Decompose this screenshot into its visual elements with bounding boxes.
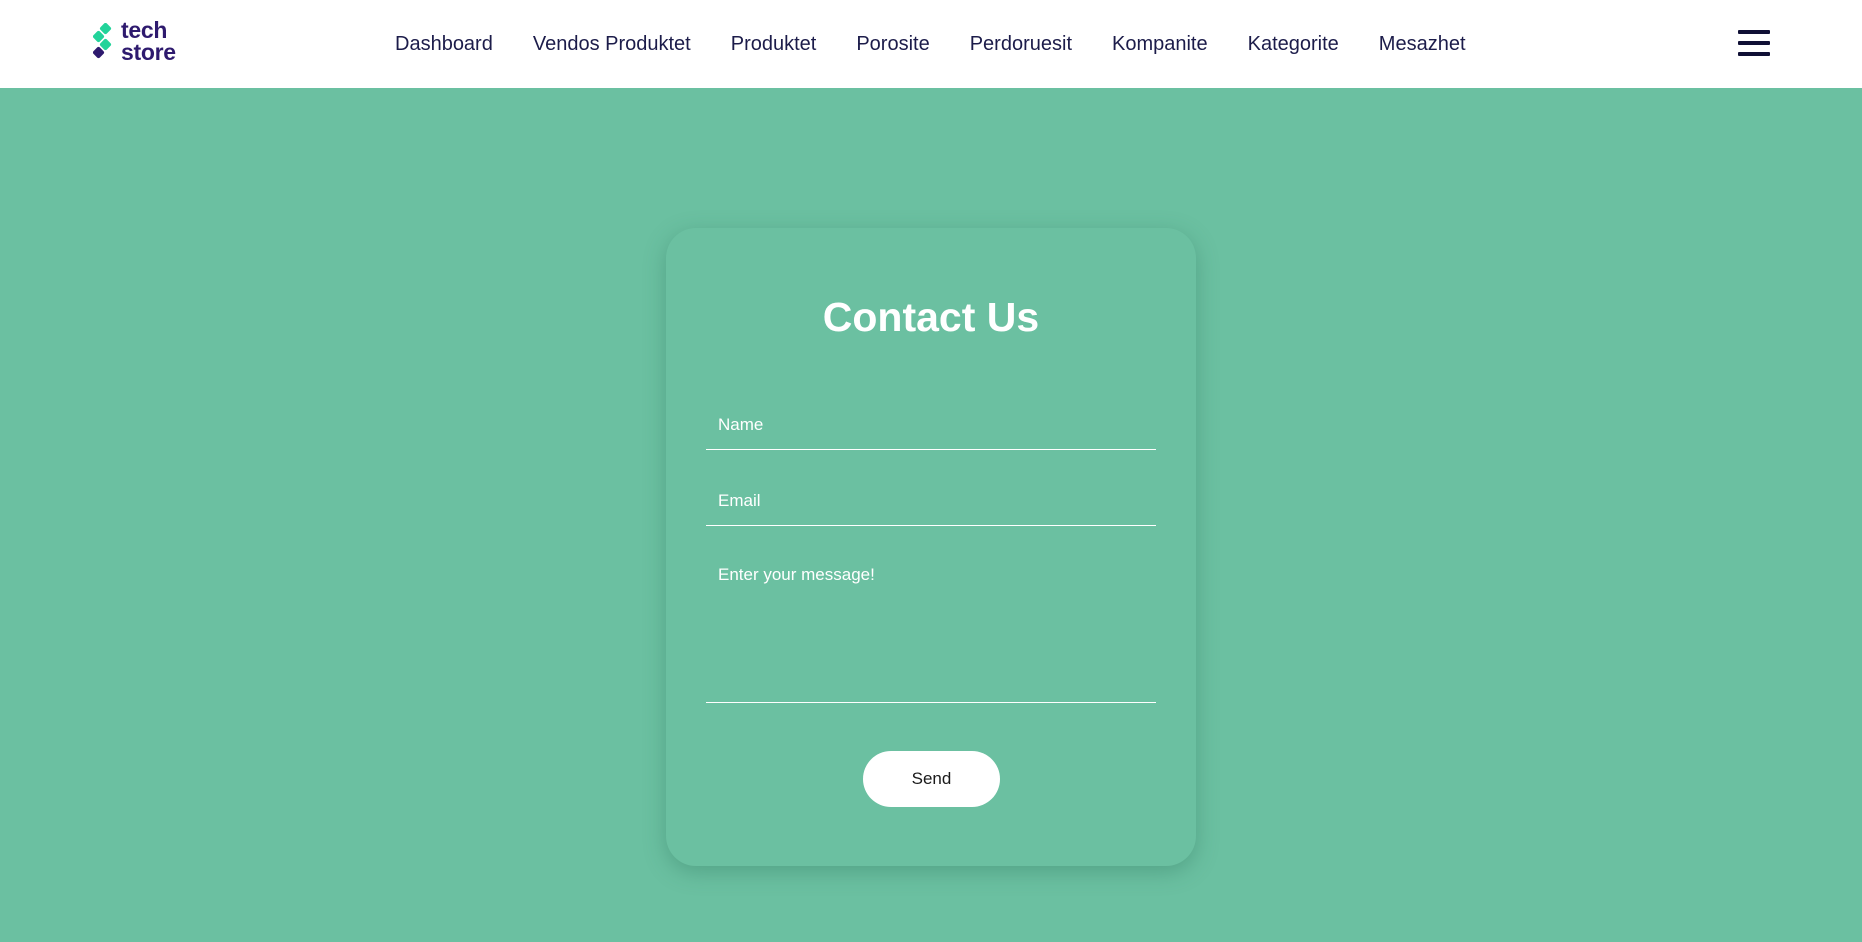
- main-navigation: Dashboard Vendos Produktet Produktet Por…: [395, 0, 1466, 88]
- logo-line-1: tech: [121, 17, 168, 43]
- nav-link-vendos-produktet[interactable]: Vendos Produktet: [533, 33, 691, 56]
- nav-link-porosite[interactable]: Porosite: [856, 33, 929, 56]
- top-navbar: tech store Dashboard Vendos Produktet Pr…: [0, 0, 1862, 88]
- send-button[interactable]: Send: [863, 751, 1000, 807]
- nav-link-dashboard[interactable]: Dashboard: [395, 33, 493, 56]
- logo-mark-icon: [93, 23, 112, 59]
- logo-wordmark: tech store: [121, 17, 176, 65]
- nav-link-mesazhet[interactable]: Mesazhet: [1379, 33, 1466, 56]
- contact-form-card: Contact Us Send: [666, 228, 1196, 866]
- name-input[interactable]: [706, 400, 1156, 450]
- hamburger-menu-icon[interactable]: [1738, 30, 1770, 56]
- email-input[interactable]: [706, 476, 1156, 526]
- contact-form-title: Contact Us: [822, 294, 1040, 340]
- nav-link-kategorite[interactable]: Kategorite: [1248, 33, 1339, 56]
- nav-link-kompanite[interactable]: Kompanite: [1112, 33, 1208, 56]
- message-textarea[interactable]: [706, 548, 1156, 703]
- nav-link-produktet[interactable]: Produktet: [731, 33, 817, 56]
- logo-line-2: store: [121, 39, 176, 65]
- techstore-logo[interactable]: tech store: [93, 19, 203, 67]
- nav-link-perdoruesit[interactable]: Perdoruesit: [970, 33, 1072, 56]
